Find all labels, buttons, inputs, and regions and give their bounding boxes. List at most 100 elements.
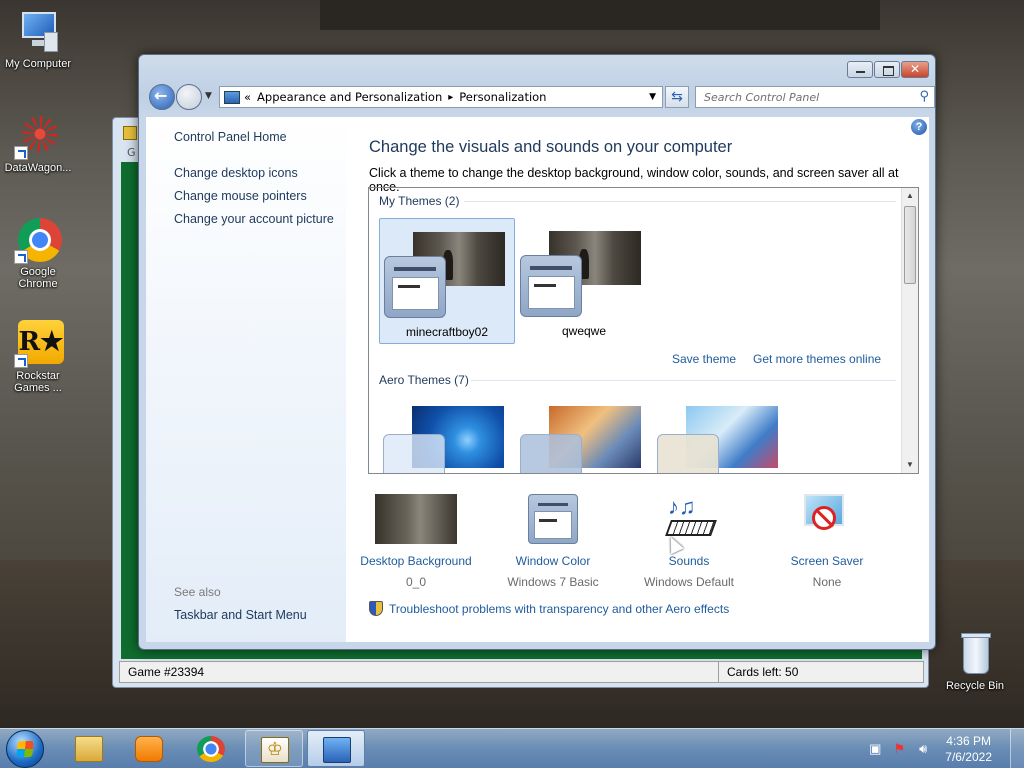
clock-date: 7/6/2022 [945,750,992,764]
sounds-icon: ♪♫ [648,494,730,544]
sounds-setting[interactable]: ♪♫ Sounds Windows Default [619,494,759,589]
personalization-window[interactable]: ▼ « Appearance and Personalization ▸ Per… [138,54,936,650]
divider [464,201,896,202]
taskbar-media-player[interactable] [120,730,178,767]
help-icon[interactable]: ? [911,119,927,135]
volume-icon[interactable]: 🔊︎ [915,741,931,757]
theme-color-card [520,255,582,317]
sounds-label[interactable]: Sounds [619,554,759,568]
aero-theme-architecture[interactable] [516,406,652,473]
solitaire-menu-peek[interactable]: G [127,146,136,159]
desktop-icon-label: Rockstar Games ... [14,370,62,394]
desktop-background-label[interactable]: Desktop Background [346,554,486,568]
computer-icon [14,8,62,56]
breadcrumb-overflow[interactable]: « [244,90,251,104]
search-input[interactable]: Search Control Panel ⚲ [695,86,935,108]
desktop-icon-datawagon[interactable]: DataWagon... [0,112,78,174]
change-desktop-icons-link[interactable]: Change desktop icons [174,166,298,180]
scroll-thumb[interactable] [904,206,916,284]
troubleshoot-link[interactable]: Troubleshoot problems with transparency … [369,601,729,616]
clock[interactable]: 4:36 PM 7/6/2022 [945,733,992,765]
desktop-icon-rockstar-games[interactable]: R★ Rockstar Games ... [0,320,78,394]
window-color-setting[interactable]: Window Color Windows 7 Basic [483,494,623,589]
maximize-button[interactable] [874,61,900,78]
sounds-value: Windows Default [643,575,735,589]
change-account-picture-link[interactable]: Change your account picture [174,212,334,226]
recycle-bin-icon [951,630,999,678]
address-bar[interactable]: « Appearance and Personalization ▸ Perso… [219,86,663,108]
taskbar-chrome[interactable] [182,730,240,767]
solitaire-icon: ♔ [261,737,289,763]
minimize-button[interactable] [847,61,873,78]
shortcut-arrow-icon [14,250,28,264]
save-theme-link[interactable]: Save theme [672,352,736,366]
aero-theme-windows7[interactable] [379,406,515,473]
desktop-icon-label: My Computer [4,58,72,70]
breadcrumb-separator-icon[interactable]: ▸ [448,92,453,103]
control-panel-icon [224,90,240,104]
scroll-up-icon[interactable]: ▲ [902,188,918,204]
screen-saver-value: None [812,575,842,589]
get-more-themes-link[interactable]: Get more themes online [753,352,881,366]
media-player-icon [135,736,163,762]
theme-name: minecraftboy02 [405,325,489,339]
search-icon[interactable]: ⚲ [919,89,929,104]
clock-time: 4:36 PM [946,734,991,748]
network-icon[interactable]: ▣ [867,741,883,757]
shortcut-arrow-icon [14,146,28,160]
solitaire-app-icon [123,126,137,140]
system-tray: ▣ ⚑ 🔊︎ 4:36 PM 7/6/2022 [867,729,1024,768]
change-mouse-pointers-link[interactable]: Change mouse pointers [174,189,307,203]
see-also-heading: See also [174,585,221,599]
aero-theme-characters[interactable] [653,406,789,473]
theme-name: qweqwe [561,324,607,338]
task-pane: Control Panel Home Change desktop icons … [146,117,346,642]
breadcrumb-appearance[interactable]: Appearance and Personalization [257,90,442,104]
start-button[interactable] [6,730,44,768]
desktop-icon-label: Recycle Bin [945,680,1005,692]
action-center-flag-icon[interactable]: ⚑ [891,741,907,757]
troubleshoot-label[interactable]: Troubleshoot problems with transparency … [389,602,729,616]
cards-left: Cards left: 50 [718,662,923,682]
breadcrumb-personalization[interactable]: Personalization [459,90,546,104]
my-themes-heading: My Themes (2) [379,194,460,208]
window-color-value: Windows 7 Basic [507,575,599,589]
scroll-down-icon[interactable]: ▼ [902,457,918,473]
window-color-icon [528,494,578,544]
screen-saver-label[interactable]: Screen Saver [757,554,897,568]
window-color-label[interactable]: Window Color [483,554,623,568]
chrome-icon [197,736,225,762]
theme-list-scrollbar[interactable]: ▲ ▼ [901,188,918,473]
screen-saver-setting[interactable]: Screen Saver None [757,494,897,589]
desktop-background-setting[interactable]: Desktop Background 0_0 [346,494,486,589]
taskbar-control-panel[interactable] [307,730,365,767]
aero-themes-heading: Aero Themes (7) [379,373,469,387]
forward-button[interactable] [176,84,202,110]
shortcut-arrow-icon [14,354,28,368]
taskbar-start-menu-link[interactable]: Taskbar and Start Menu [174,608,307,622]
desktop-icon-my-computer[interactable]: My Computer [0,8,78,70]
theme-list[interactable]: My Themes (2) minecraftboy02 qweqwe Save… [368,187,919,474]
recent-pages-dropdown[interactable]: ▼ [205,91,212,101]
show-desktop-button[interactable] [1010,729,1024,768]
taskbar-explorer[interactable] [60,730,118,767]
page-title: Change the visuals and sounds on your co… [369,138,733,156]
control-panel-home-link[interactable]: Control Panel Home [174,130,287,144]
address-dropdown-icon[interactable]: ▼ [649,92,656,102]
chrome-icon [14,216,62,264]
back-button[interactable] [149,84,175,110]
desktop-icon-recycle-bin[interactable]: Recycle Bin [935,630,1015,692]
theme-color-card [520,434,582,473]
desktop-background-icon [375,494,457,544]
desktop-icon-google-chrome[interactable]: Google Chrome [0,216,78,290]
theme-tile-qweqwe[interactable]: qweqwe [516,218,652,344]
taskbar: ♔ ▣ ⚑ 🔊︎ 4:36 PM 7/6/2022 [0,728,1024,768]
theme-tile-minecraftboy02[interactable]: minecraftboy02 [379,218,515,344]
folder-icon [75,736,103,762]
divider [471,380,896,381]
taskbar-solitaire[interactable]: ♔ [245,730,303,767]
window-controls [847,61,929,78]
close-button[interactable] [901,61,929,78]
desktop-icon-label: Google Chrome [18,266,58,290]
refresh-icon[interactable]: ⇆ [665,86,689,108]
